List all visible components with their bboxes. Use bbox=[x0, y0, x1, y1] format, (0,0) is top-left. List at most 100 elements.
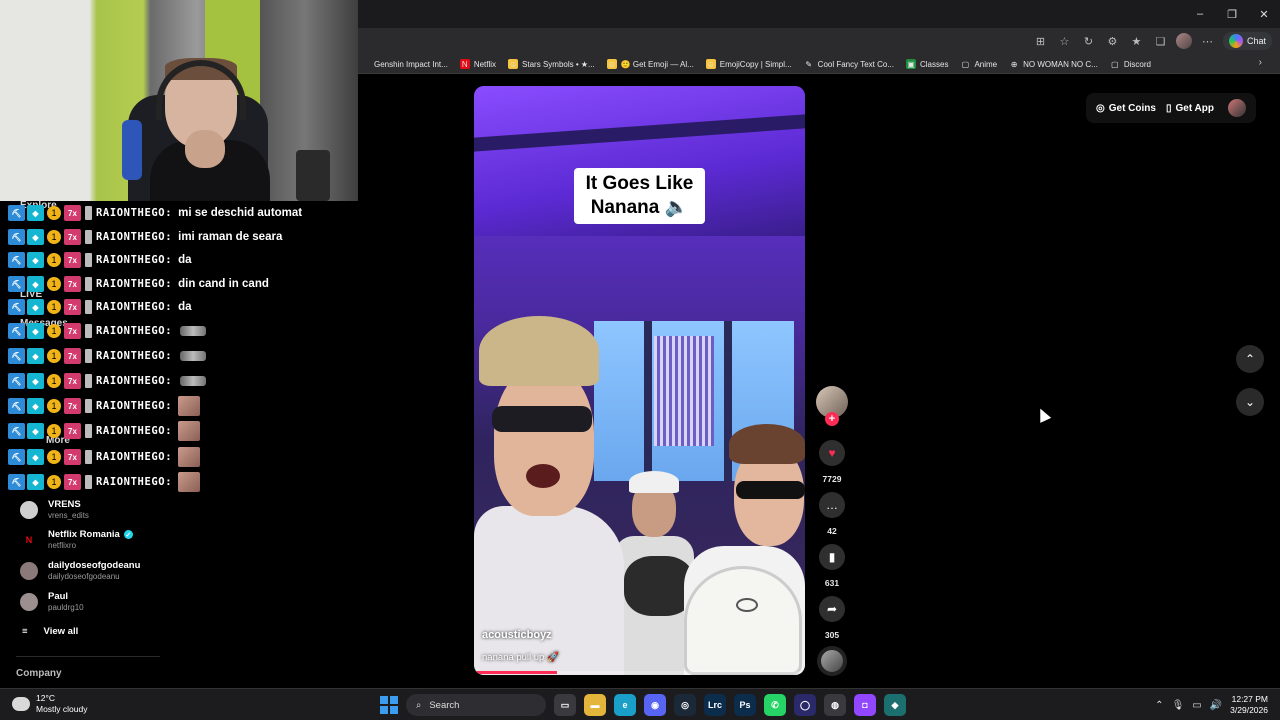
favorite-star-icon[interactable]: ☆ bbox=[1056, 33, 1073, 50]
chat-message: ⛏ ◆ 1 7x RAIONTHEGO: bbox=[8, 447, 201, 467]
photoshop-icon[interactable]: Ps bbox=[734, 694, 756, 716]
windows-start-icon[interactable] bbox=[380, 696, 398, 714]
bookmark-item[interactable]: ☺ 🙂 Get Emoji — Al... bbox=[606, 59, 694, 69]
following-item[interactable]: dailydoseofgodeanu dailydoseofgodeanu bbox=[20, 560, 140, 581]
app-circle-icon[interactable]: ◯ bbox=[794, 694, 816, 716]
taskbar-search[interactable]: ⌕ Search bbox=[406, 694, 546, 716]
video-author[interactable]: acousticboyz bbox=[482, 629, 552, 641]
clock[interactable]: 12:27 PM 3/29/2026 bbox=[1230, 694, 1268, 716]
level-badge-icon: 7x bbox=[64, 373, 81, 389]
following-item[interactable]: N Netflix Romania ✓ netflixro bbox=[20, 529, 133, 550]
chrome-icon[interactable]: ◍ bbox=[824, 694, 846, 716]
bookmark-item[interactable]: ☺ EmojiCopy | Simpl... bbox=[705, 59, 792, 69]
bookmarks-list: Genshin Impact Int... N Netflix ☺ Stars Symb… bbox=[360, 54, 1151, 74]
mod-badge-icon bbox=[85, 206, 92, 220]
bookmark-item[interactable]: ▣ Classes bbox=[906, 59, 948, 69]
chevron-up-icon[interactable]: ⌃ bbox=[1236, 345, 1264, 373]
twitch-icon[interactable]: ◘ bbox=[854, 694, 876, 716]
netflix-avatar: N bbox=[20, 530, 38, 549]
heart-icon[interactable]: ♥ bbox=[819, 440, 845, 466]
following-item[interactable]: Paul pauldrg10 bbox=[20, 591, 84, 612]
chat-username: RAIONTHEGO: bbox=[96, 231, 173, 243]
level-badge-icon: 7x bbox=[64, 252, 81, 268]
share-icon[interactable]: ➦ bbox=[819, 596, 845, 622]
chevron-up-icon[interactable]: ⌃ bbox=[1155, 700, 1163, 711]
classroom-icon: ▣ bbox=[906, 59, 916, 69]
coin-badge-icon: 1 bbox=[47, 230, 61, 244]
app-diamond-icon[interactable]: ◆ bbox=[884, 694, 906, 716]
chevron-down-icon[interactable]: ⌄ bbox=[1236, 388, 1264, 416]
get-coins-button[interactable]: ◎ Get Coins bbox=[1096, 103, 1156, 114]
music-disc-icon[interactable] bbox=[817, 646, 847, 676]
more-menu-icon[interactable]: ⋯ bbox=[1199, 33, 1216, 50]
subscriber-badge-icon: ◆ bbox=[27, 348, 44, 364]
favorites-icon[interactable]: ★ bbox=[1128, 33, 1145, 50]
mod-badge-icon bbox=[85, 424, 92, 438]
company-link[interactable]: Company bbox=[16, 668, 62, 679]
follow-plus-button[interactable]: + bbox=[825, 412, 839, 426]
edge-icon[interactable]: e bbox=[614, 694, 636, 716]
view-all-link[interactable]: ≡ View all bbox=[22, 626, 78, 637]
chat-button[interactable]: Chat bbox=[1222, 32, 1272, 50]
file-explorer-icon[interactable]: ▬ bbox=[584, 694, 606, 716]
comment-icon[interactable]: … bbox=[819, 492, 845, 518]
divider bbox=[16, 656, 160, 657]
following-item[interactable]: VRENS vrens_edits bbox=[20, 499, 89, 520]
video-person bbox=[492, 406, 592, 432]
pencil-icon: ✎ bbox=[803, 59, 814, 69]
restore-button[interactable]: ❐ bbox=[1216, 0, 1248, 28]
like-count: 7729 bbox=[822, 474, 842, 484]
collections-icon[interactable]: ❏ bbox=[1152, 33, 1169, 50]
volume-icon[interactable]: 🔊 bbox=[1210, 700, 1222, 711]
get-coins-label: Get Coins bbox=[1108, 102, 1156, 114]
close-button[interactable]: ✕ bbox=[1248, 0, 1280, 28]
gaming-chair bbox=[122, 120, 142, 180]
toolbar-icons: ⊞ ☆ ↻ ⚙ ★ ❏ ⋯ Chat bbox=[1032, 28, 1272, 54]
bookmark-item[interactable]: ⊕ NO WOMAN NO C... bbox=[1009, 59, 1098, 69]
video-player[interactable]: It Goes Like Nanana 🔈 acousticboyz nanan… bbox=[474, 86, 805, 675]
steam-icon[interactable]: ◎ bbox=[674, 694, 696, 716]
bookmark-label: Cool Fancy Text Co... bbox=[817, 59, 894, 69]
extensions-icon[interactable]: ⚙ bbox=[1104, 33, 1121, 50]
discord-icon[interactable]: ◉ bbox=[644, 694, 666, 716]
mod-badge-icon bbox=[85, 230, 92, 244]
chat-text: da bbox=[178, 254, 192, 266]
bookmark-item[interactable]: ▢ Discord bbox=[1109, 59, 1151, 69]
network-icon[interactable]: ▭ bbox=[1192, 700, 1201, 711]
video-progress-bar[interactable] bbox=[474, 671, 805, 674]
globe-icon: ⊕ bbox=[1009, 59, 1020, 69]
bookmark-item[interactable]: N Netflix bbox=[459, 59, 496, 69]
profile-avatar[interactable] bbox=[1175, 33, 1192, 49]
tab-strip[interactable] bbox=[358, 0, 1280, 28]
task-view-icon[interactable]: ▭ bbox=[554, 694, 576, 716]
microphone-icon[interactable]: 🎙 bbox=[1172, 700, 1185, 711]
weather-widget[interactable]: 12°C Mostly cloudy bbox=[12, 693, 88, 715]
level-badge-icon: 7x bbox=[64, 423, 81, 439]
minimize-button[interactable]: – bbox=[1184, 0, 1216, 28]
whatsapp-icon[interactable]: ✆ bbox=[764, 694, 786, 716]
following-name: VRENS bbox=[48, 499, 81, 510]
chat-username: RAIONTHEGO: bbox=[96, 325, 173, 337]
date: 3/29/2026 bbox=[1230, 705, 1268, 715]
apps-icon[interactable]: ⊞ bbox=[1032, 33, 1049, 50]
refresh-icon[interactable]: ↻ bbox=[1080, 33, 1097, 50]
bookmark-item[interactable]: Genshin Impact Int... bbox=[360, 59, 448, 69]
windows-taskbar: 12°C Mostly cloudy ⌕ Search ▭ ▬ e ◉ ◎ Lrc Ps ✆ ◯… bbox=[0, 688, 1280, 720]
bookmark-item[interactable]: ✎ Cool Fancy Text Co... bbox=[803, 59, 894, 69]
bookmark-item[interactable]: ▢ Anime bbox=[960, 59, 997, 69]
user-avatar[interactable] bbox=[1228, 99, 1246, 117]
bookmark-item[interactable]: ☺ Stars Symbols • ★... bbox=[508, 59, 595, 69]
lightroom-icon[interactable]: Lrc bbox=[704, 694, 726, 716]
taskbar-apps: ⌕ Search ▭ ▬ e ◉ ◎ Lrc Ps ✆ ◯ ◍ ◘ ◆ bbox=[380, 693, 906, 717]
mod-badge-icon bbox=[85, 399, 92, 413]
streamer-webcam bbox=[0, 0, 358, 201]
chat-text: mi se deschid automat bbox=[178, 207, 303, 219]
bookmark-label: Discord bbox=[1123, 59, 1151, 69]
folder-icon: ▢ bbox=[1109, 59, 1120, 69]
get-app-button[interactable]: ▯ Get App bbox=[1166, 103, 1214, 114]
folder-icon: ▢ bbox=[960, 59, 971, 69]
chevron-right-icon[interactable]: › bbox=[1259, 57, 1262, 68]
bookmark-icon[interactable]: ▮ bbox=[819, 544, 845, 570]
video-caption: It Goes Like Nanana 🔈 bbox=[585, 173, 694, 218]
mod-badge-icon bbox=[85, 253, 92, 267]
